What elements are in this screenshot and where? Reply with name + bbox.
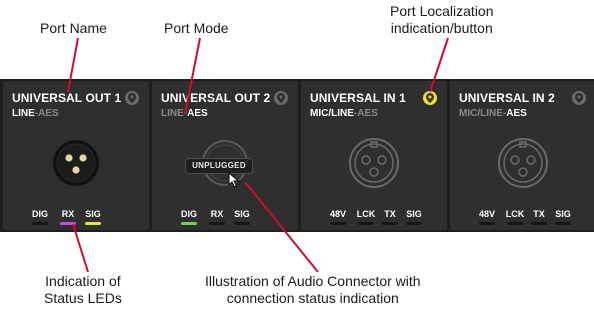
callout-leader-lines	[67, 37, 449, 273]
leader-status-leds	[72, 223, 89, 273]
leader-audio-connector	[244, 181, 319, 273]
leader-port-localization	[429, 37, 449, 93]
leader-port-mode	[184, 37, 201, 115]
leader-port-name	[67, 37, 79, 93]
